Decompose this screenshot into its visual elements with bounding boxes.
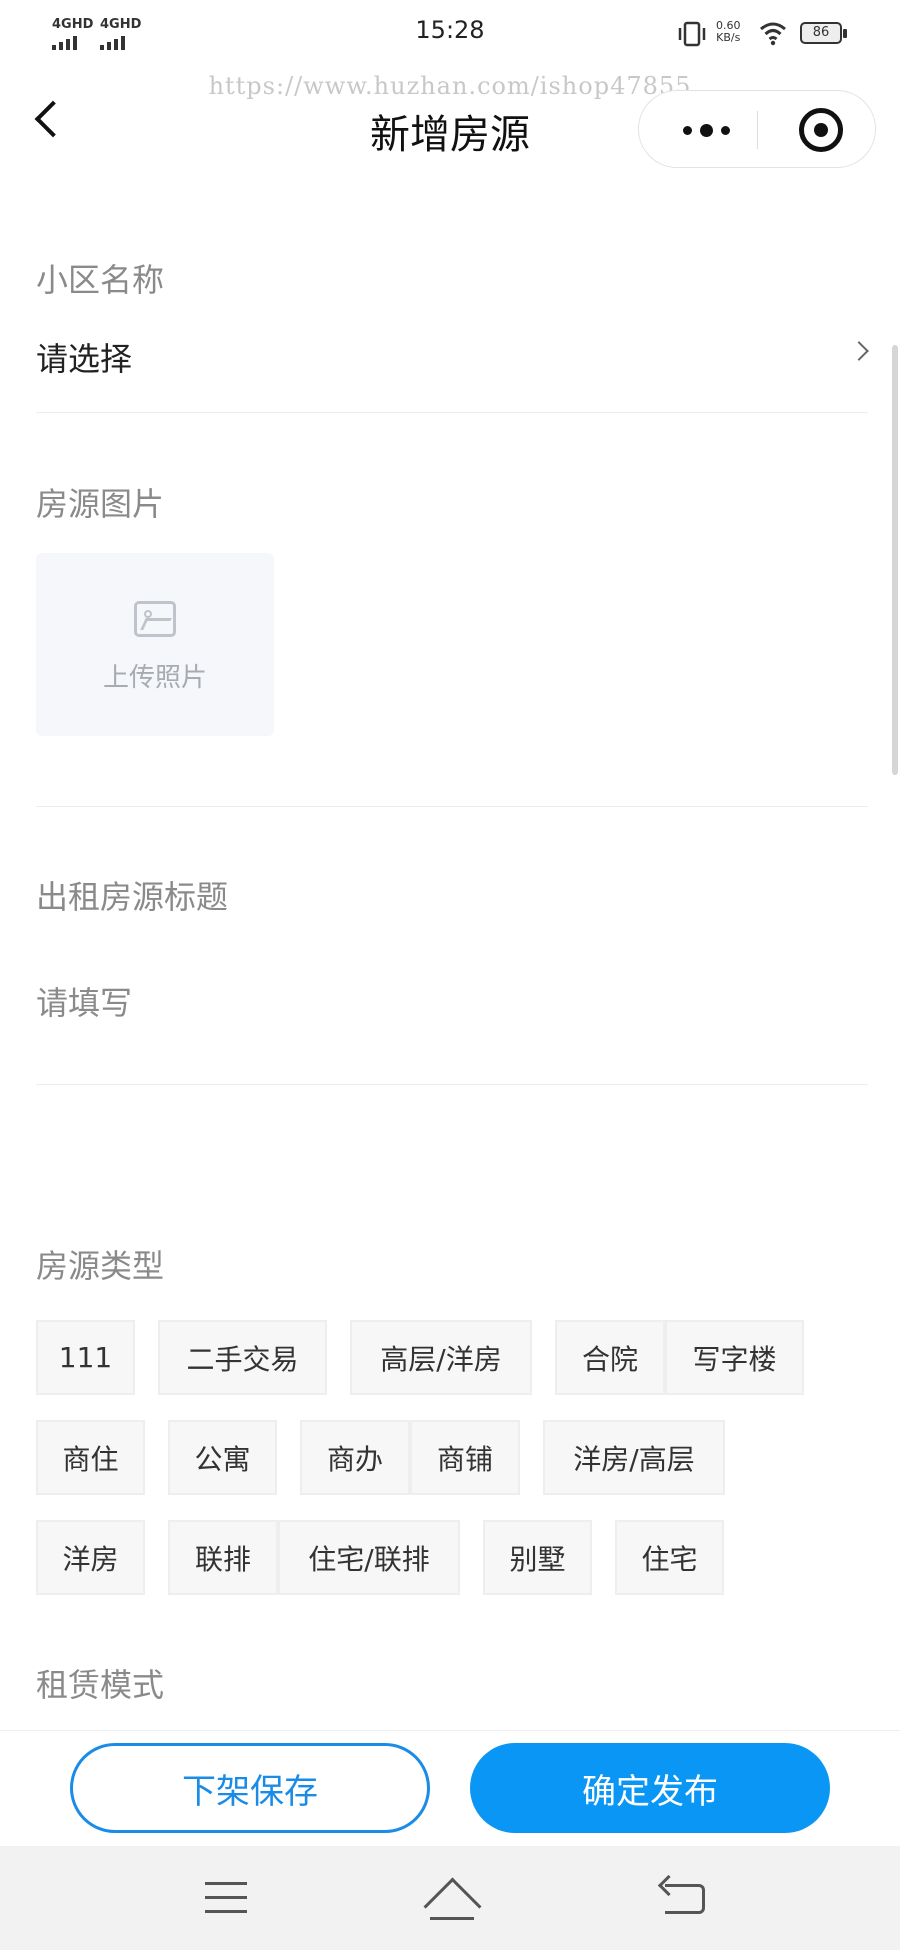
- rental-mode-label: 租赁模式: [36, 1666, 165, 1704]
- return-icon[interactable]: [665, 1884, 705, 1914]
- tag-option[interactable]: 合院: [555, 1320, 665, 1395]
- tag-option[interactable]: 商办: [300, 1420, 410, 1495]
- tag-option[interactable]: 别墅: [483, 1520, 592, 1595]
- scrollbar[interactable]: [892, 345, 898, 775]
- property-type-tags: 111 二手交易 高层/洋房 合院 写字楼 商住 公寓 商办 商铺 洋房/高层 …: [0, 0, 900, 1730]
- tag-option[interactable]: 洋房: [36, 1520, 145, 1595]
- unlist-save-button[interactable]: 下架保存: [70, 1743, 430, 1833]
- home-icon[interactable]: [423, 1877, 482, 1936]
- tag-option[interactable]: 联排: [168, 1520, 278, 1595]
- tag-option[interactable]: 住宅/联排: [278, 1520, 460, 1595]
- tag-option[interactable]: 商铺: [410, 1420, 520, 1495]
- tag-option[interactable]: 洋房/高层: [543, 1420, 725, 1495]
- tag-option[interactable]: 高层/洋房: [350, 1320, 532, 1395]
- tag-option[interactable]: 111: [36, 1320, 135, 1395]
- tag-option[interactable]: 公寓: [168, 1420, 277, 1495]
- action-bar: 下架保存 确定发布: [0, 1730, 900, 1847]
- tag-option[interactable]: 商住: [36, 1420, 145, 1495]
- publish-button[interactable]: 确定发布: [470, 1743, 830, 1833]
- tag-option[interactable]: 住宅: [615, 1520, 724, 1595]
- menu-icon[interactable]: [205, 1882, 247, 1924]
- system-nav-bar: [0, 1846, 900, 1950]
- tag-option[interactable]: 二手交易: [158, 1320, 327, 1395]
- tag-option[interactable]: 写字楼: [665, 1320, 804, 1395]
